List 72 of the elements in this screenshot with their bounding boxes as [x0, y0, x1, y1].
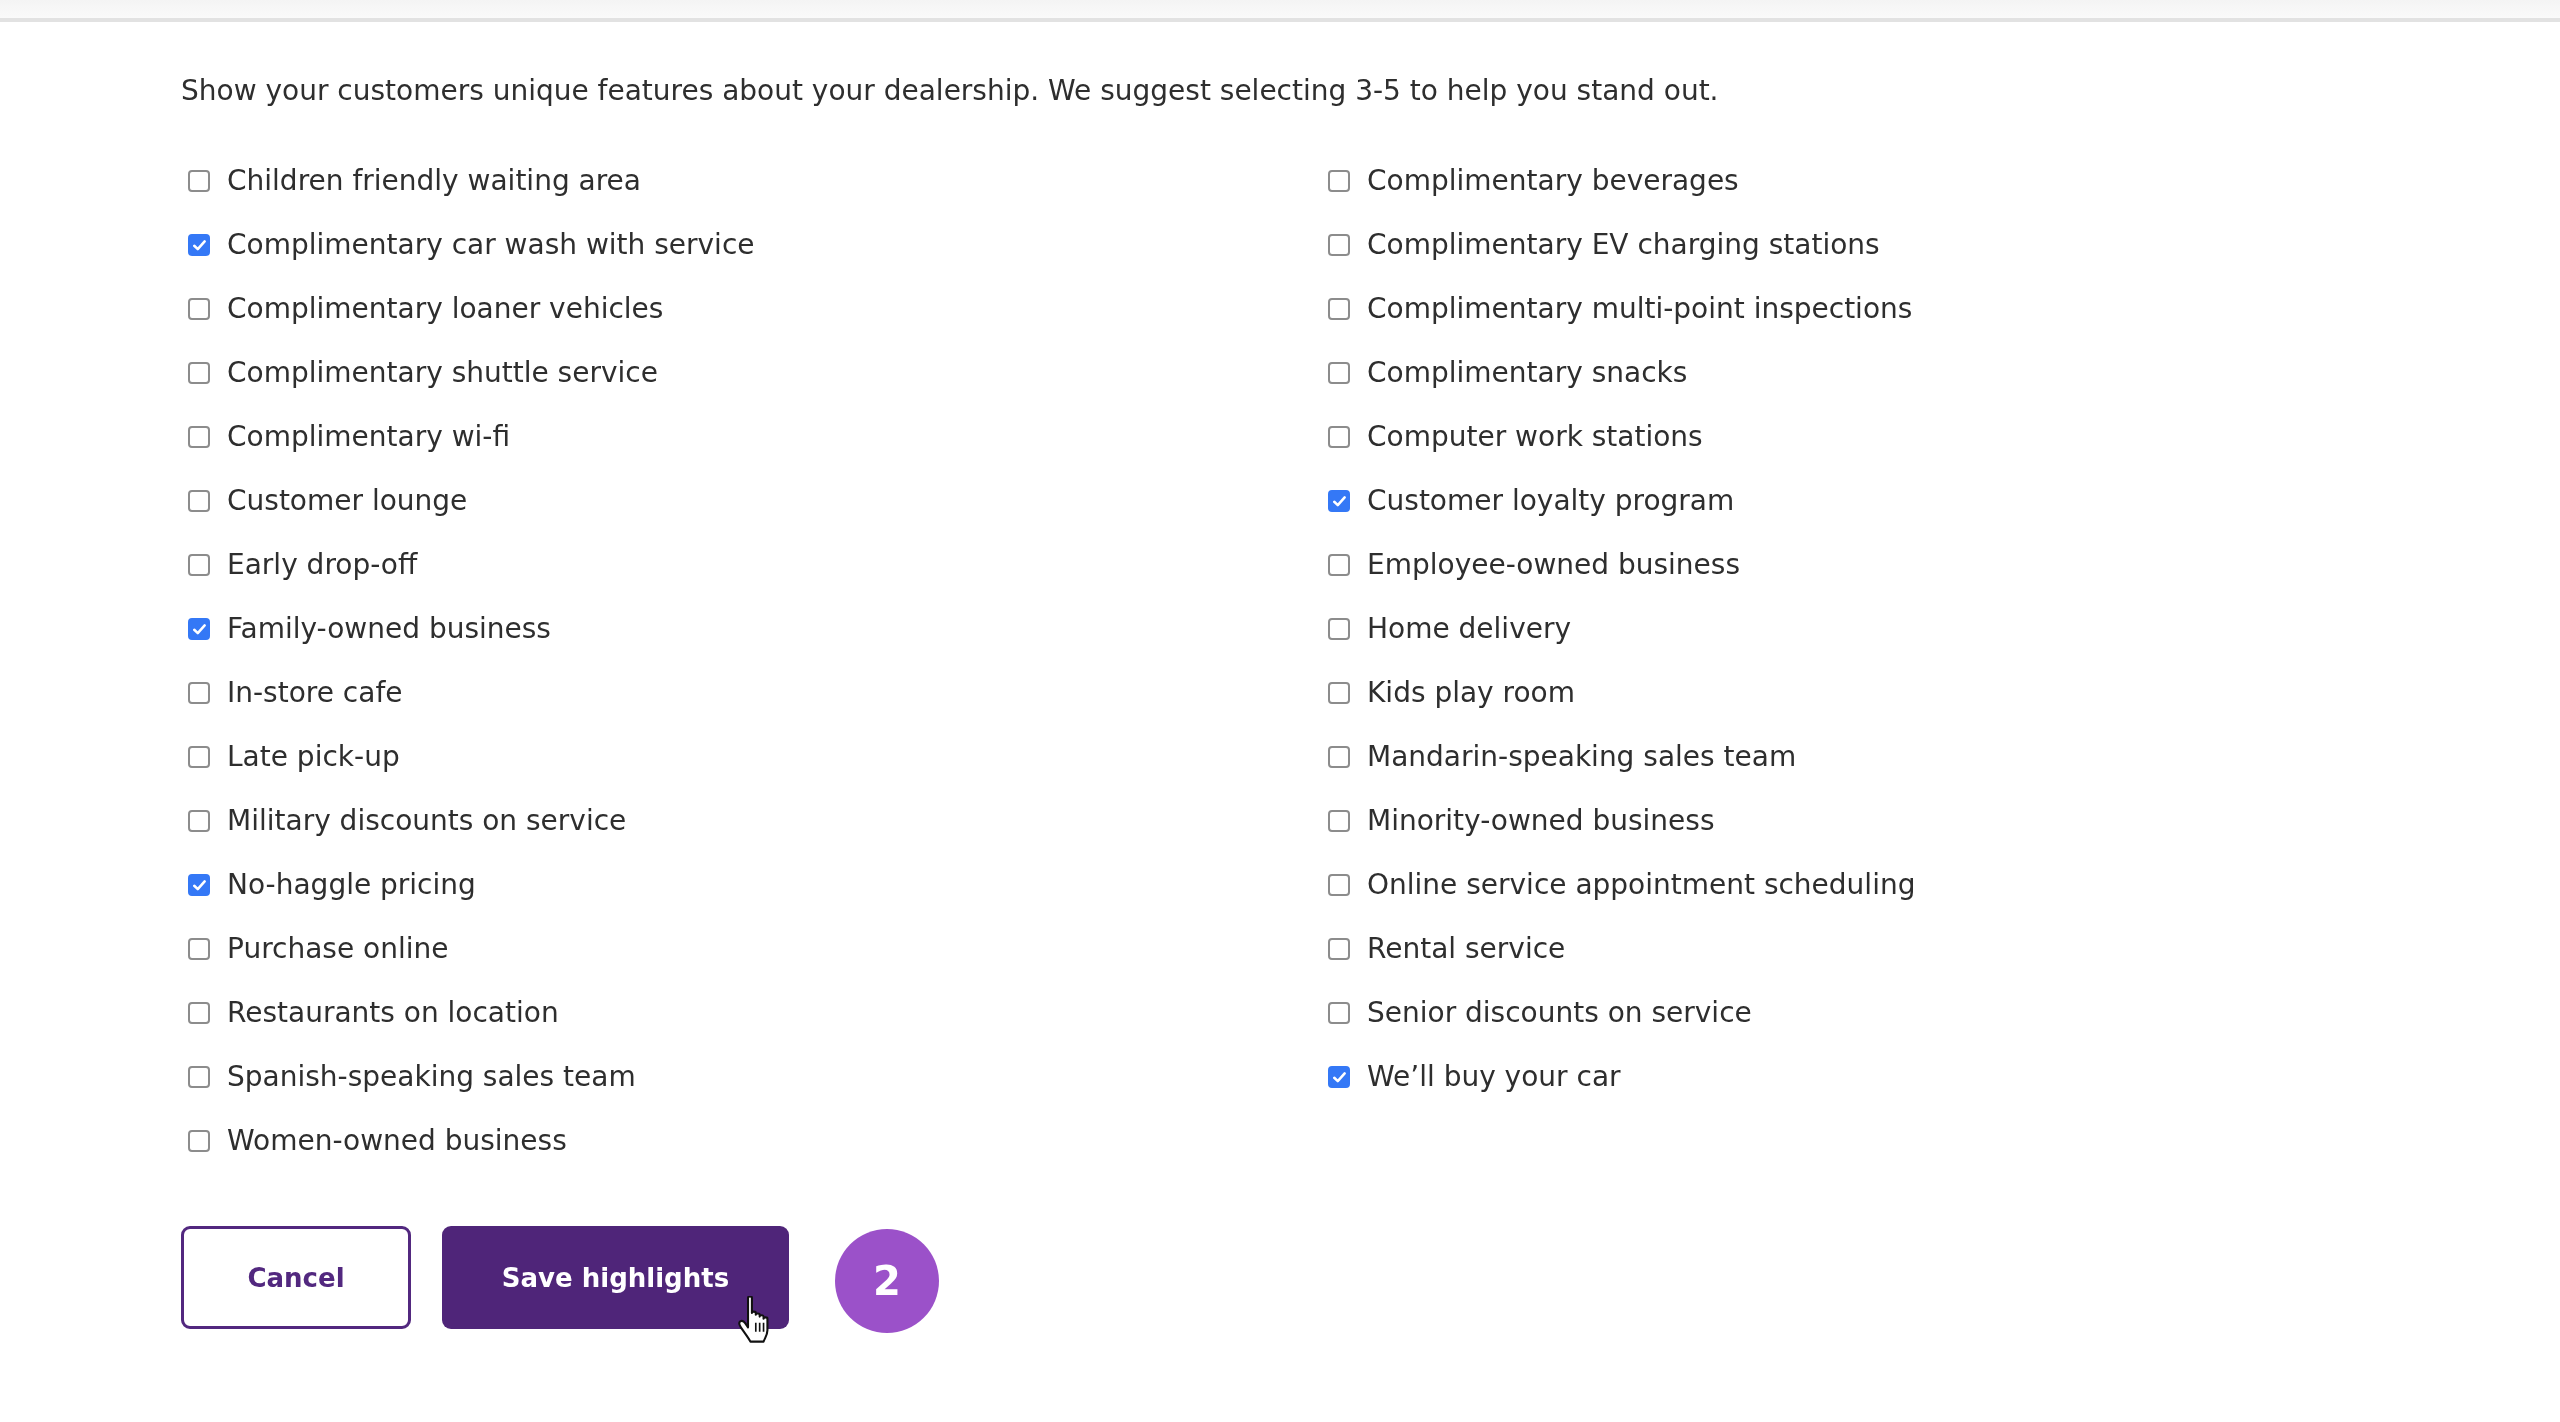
checkbox-label[interactable]: Complimentary multi-point inspections	[1367, 293, 1913, 325]
save-button[interactable]: Save highlights	[442, 1226, 789, 1329]
checkbox-label[interactable]: Women-owned business	[227, 1125, 567, 1157]
checkbox-label[interactable]: Family-owned business	[227, 613, 551, 645]
checkbox-label[interactable]: We’ll buy your car	[1367, 1061, 1621, 1093]
checkbox-label[interactable]: Spanish-speaking sales team	[227, 1061, 636, 1093]
checkbox[interactable]	[188, 490, 210, 512]
checkbox[interactable]	[1328, 746, 1350, 768]
check-icon	[192, 239, 206, 251]
checkbox[interactable]	[1328, 810, 1350, 832]
checkbox-label[interactable]: Restaurants on location	[227, 997, 559, 1029]
checkbox[interactable]	[188, 938, 210, 960]
checkbox-label[interactable]: Customer loyalty program	[1367, 485, 1735, 517]
checkbox[interactable]	[188, 426, 210, 448]
checkbox-label[interactable]: Complimentary wi-fi	[227, 421, 511, 453]
checkbox[interactable]	[188, 1066, 210, 1088]
checkbox-label[interactable]: Minority-owned business	[1367, 805, 1715, 837]
intro-text: Show your customers unique features about your dealership. We suggest selecting 3-5 to help you stand out.	[181, 75, 1719, 107]
checkbox-label[interactable]: Employee-owned business	[1367, 549, 1740, 581]
checkbox-label[interactable]: Military discounts on service	[227, 805, 627, 837]
checkbox[interactable]	[188, 682, 210, 704]
checkbox[interactable]	[1328, 234, 1350, 256]
checkbox[interactable]	[188, 1002, 210, 1024]
checkbox[interactable]	[1328, 170, 1350, 192]
step-number-badge: 2	[835, 1228, 939, 1333]
checkbox[interactable]	[188, 1130, 210, 1152]
checkbox-label[interactable]: Senior discounts on service	[1367, 997, 1752, 1029]
checkbox-label[interactable]: No-haggle pricing	[227, 869, 476, 901]
checkbox[interactable]	[188, 234, 210, 256]
check-icon	[192, 879, 206, 891]
checkbox-label[interactable]: Children friendly waiting area	[227, 165, 641, 197]
checkbox[interactable]	[1328, 1066, 1350, 1088]
checkbox-label[interactable]: Early drop-off	[227, 549, 418, 581]
checkbox-label[interactable]: Computer work stations	[1367, 421, 1703, 453]
check-icon	[1332, 495, 1346, 507]
checkbox-label[interactable]: Complimentary loaner vehicles	[227, 293, 664, 325]
checkbox[interactable]	[1328, 490, 1350, 512]
checkbox-label[interactable]: Purchase online	[227, 933, 449, 965]
checkbox-label[interactable]: Late pick-up	[227, 741, 400, 773]
checkbox[interactable]	[1328, 874, 1350, 896]
checkbox-label[interactable]: Complimentary beverages	[1367, 165, 1739, 197]
check-icon	[192, 623, 206, 635]
checkbox[interactable]	[1328, 426, 1350, 448]
checkbox-label[interactable]: Complimentary EV charging stations	[1367, 229, 1880, 261]
checkbox[interactable]	[188, 618, 210, 640]
checkbox[interactable]	[1328, 618, 1350, 640]
checkbox[interactable]	[188, 746, 210, 768]
check-icon	[1332, 1071, 1346, 1083]
checkbox-label[interactable]: Complimentary car wash with service	[227, 229, 755, 261]
hand-cursor-icon	[738, 1296, 770, 1343]
checkbox[interactable]	[1328, 1002, 1350, 1024]
checkbox[interactable]	[1328, 554, 1350, 576]
checkbox[interactable]	[1328, 362, 1350, 384]
checkbox[interactable]	[188, 810, 210, 832]
checkbox[interactable]	[188, 298, 210, 320]
checkbox[interactable]	[1328, 682, 1350, 704]
checkbox-label[interactable]: Rental service	[1367, 933, 1566, 965]
checkbox[interactable]	[188, 170, 210, 192]
checkbox-label[interactable]: Kids play room	[1367, 677, 1576, 709]
checkbox-label[interactable]: Online service appointment scheduling	[1367, 869, 1916, 901]
checkbox[interactable]	[188, 874, 210, 896]
checkbox[interactable]	[188, 554, 210, 576]
cancel-button[interactable]: Cancel	[181, 1226, 411, 1329]
checkbox[interactable]	[188, 362, 210, 384]
checkbox-label[interactable]: Mandarin-speaking sales team	[1367, 741, 1797, 773]
checkbox-label[interactable]: Complimentary snacks	[1367, 357, 1688, 389]
checkbox[interactable]	[1328, 298, 1350, 320]
checkbox-label[interactable]: Complimentary shuttle service	[227, 357, 658, 389]
checkbox-label[interactable]: Home delivery	[1367, 613, 1572, 645]
checkbox-label[interactable]: In-store cafe	[227, 677, 403, 709]
checkbox[interactable]	[1328, 938, 1350, 960]
checkbox-label[interactable]: Customer lounge	[227, 485, 468, 517]
